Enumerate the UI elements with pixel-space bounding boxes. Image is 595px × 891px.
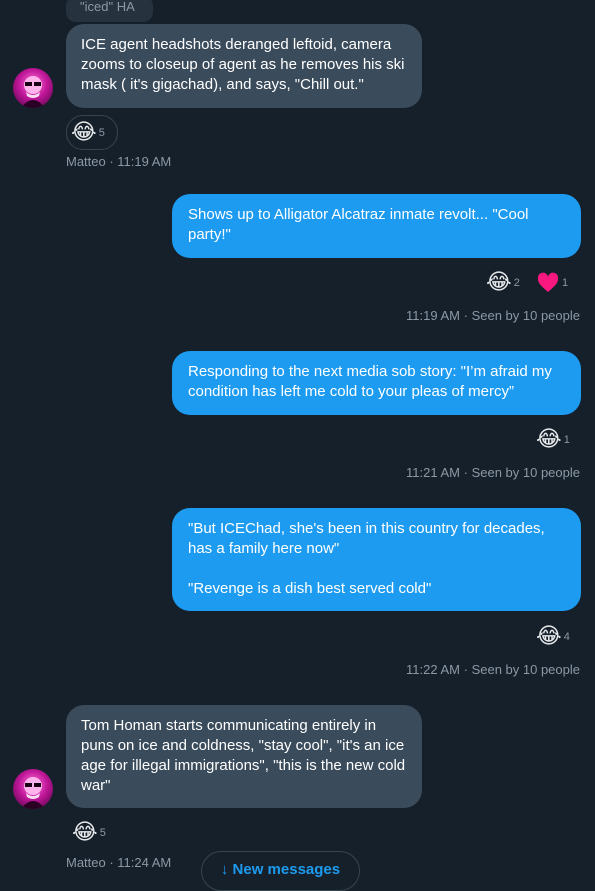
- laughing-emoji-icon: 😂: [536, 624, 562, 649]
- message-bubble-incoming[interactable]: Tom Homan starts communicating entirely …: [66, 705, 422, 808]
- sender-and-time: Matteo · 11:19 AM: [66, 154, 172, 169]
- reaction-count: 2: [513, 277, 520, 289]
- message-text: ICE agent headshots deranged leftoid, ca…: [81, 36, 405, 93]
- reaction-laugh[interactable]: 😂 5: [66, 115, 118, 150]
- reaction-heart[interactable]: 1: [536, 271, 568, 295]
- avatar-matteo[interactable]: [13, 68, 53, 108]
- laughing-emoji-icon: 😂: [486, 270, 512, 295]
- message-line-gap: [188, 559, 565, 579]
- new-messages-button[interactable]: ↓ New messages: [201, 851, 360, 891]
- seen-by-link[interactable]: Seen by 10 people: [472, 465, 580, 480]
- message-text: Tom Homan starts communicating entirely …: [81, 717, 406, 794]
- message-meta: Matteo · 11:24 AM: [66, 855, 171, 870]
- message-time: 11:21 AM: [406, 465, 460, 481]
- message-bubble-outgoing[interactable]: "But ICEChad, she's been in this country…: [172, 508, 581, 611]
- message-text: Responding to the next media sob story: …: [188, 363, 552, 400]
- message-time: 11:22 AM: [406, 662, 460, 678]
- reaction-laugh[interactable]: 😂 2: [486, 271, 520, 295]
- reaction-laugh[interactable]: 😂 1: [536, 428, 570, 452]
- separator-dot: ·: [463, 662, 468, 678]
- sender-and-time: Matteo · 11:24 AM: [66, 855, 172, 870]
- seen-by-link[interactable]: Seen by 10 people: [472, 308, 580, 323]
- message-status: 11:19 AM · Seen by 10 people: [406, 307, 580, 323]
- quoted-reply-text: "iced" HA: [80, 0, 135, 14]
- message-text-line: "But ICEChad, she's been in this country…: [188, 520, 545, 557]
- heart-icon: [537, 272, 559, 292]
- message-status: 11:22 AM · Seen by 10 people: [406, 661, 580, 677]
- avatar-image: [21, 76, 45, 108]
- reaction-laugh[interactable]: 😂 4: [536, 625, 570, 649]
- reaction-count: 4: [563, 631, 570, 643]
- laughing-emoji-icon: 😂: [536, 427, 562, 452]
- message-bubble-incoming[interactable]: ICE agent headshots deranged leftoid, ca…: [66, 24, 422, 108]
- separator-dot: ·: [463, 308, 468, 324]
- message-meta: Matteo · 11:19 AM: [66, 154, 171, 169]
- avatar-image: [21, 777, 45, 809]
- message-bubble-outgoing[interactable]: Responding to the next media sob story: …: [172, 351, 581, 415]
- reaction-count: 1: [563, 434, 570, 446]
- message-status: 11:21 AM · Seen by 10 people: [406, 464, 580, 480]
- message-bubble-outgoing[interactable]: Shows up to Alligator Alcatraz inmate re…: [172, 194, 581, 258]
- reaction-count: 5: [99, 827, 106, 839]
- reaction-count: 5: [98, 126, 105, 139]
- laughing-emoji-icon: 😂: [71, 119, 97, 145]
- reaction-laugh[interactable]: 😂 5: [72, 821, 106, 845]
- laughing-emoji-icon: 😂: [72, 820, 98, 845]
- avatar-matteo[interactable]: [13, 769, 53, 809]
- message-text-line: "Revenge is a dish best served cold": [188, 580, 432, 597]
- message-text: Shows up to Alligator Alcatraz inmate re…: [188, 206, 529, 243]
- reaction-count: 1: [562, 277, 569, 289]
- separator-dot: ·: [463, 465, 468, 481]
- message-time: 11:19 AM: [406, 308, 460, 324]
- seen-by-link[interactable]: Seen by 10 people: [472, 662, 580, 677]
- new-messages-label: ↓ New messages: [220, 861, 341, 878]
- quoted-reply-snippet[interactable]: "iced" HA: [66, 0, 153, 22]
